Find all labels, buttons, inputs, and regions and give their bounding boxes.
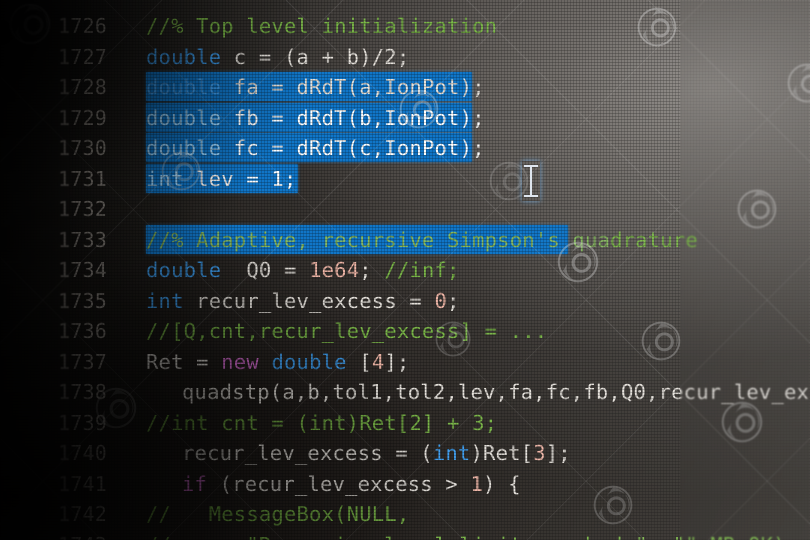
code-line[interactable]: 1738 quadstp(a,b,tol1,tol2,lev,fa,fc,fb,Q… [0, 380, 810, 411]
code-token: (recur_lev_excess > [207, 471, 471, 496]
code-token: 1 [470, 471, 484, 496]
line-number: 1726 [58, 14, 107, 38]
code-token: double [146, 105, 222, 130]
code-token: // "Recursion level limit reached ", "",… [146, 533, 798, 540]
code-line[interactable]: 1730 double fc = dRdT(c,IonPot); [0, 136, 810, 167]
code-token: recur_lev_excess = ( [182, 441, 433, 465]
code-token: double [146, 258, 222, 282]
code-token: 0 [434, 288, 448, 313]
line-number: 1729 [58, 105, 107, 130]
code-line-text[interactable]: Ret = new double [4]; [146, 350, 409, 374]
code-line-text[interactable]: if (recur_lev_excess > 1) { [182, 472, 521, 496]
code-token: fb = dRdT(b,IonPot); [221, 105, 485, 130]
code-line-text[interactable]: //[Q,cnt,recur_lev_excess] = ... [146, 319, 547, 343]
code-token: int [432, 441, 471, 465]
code-token: new [221, 349, 259, 374]
code-line-text[interactable]: //% Adaptive, recursive Simpson's quadra… [146, 228, 698, 252]
line-number: 1730 [58, 136, 107, 160]
code-token: double [146, 75, 222, 99]
code-token: double [146, 44, 222, 69]
code-area[interactable]: 1726 //% Top level initialization 1727 doub… [0, 0, 810, 540]
code-token: // MessageBox(NULL, [146, 502, 410, 526]
code-line-text[interactable]: // "Recursion level limit reached ", "",… [146, 533, 798, 540]
code-editor-screenshot: 1726 //% Top level initialization 1727 doub… [0, 0, 810, 540]
code-line-text[interactable]: int lev = 1; [146, 167, 297, 191]
code-token: [ [346, 349, 372, 374]
code-line[interactable]: 1733 //% Adaptive, recursive Simpson's qu… [0, 228, 810, 259]
code-token: //[Q,cnt,recur_lev_excess] = ... [146, 319, 548, 343]
code-token: lev = 1; [183, 166, 297, 191]
code-token: double [271, 349, 347, 374]
line-number: 1727 [58, 44, 107, 69]
code-token: 3 [533, 441, 546, 465]
code-token: quadstp(a,b,tol1,tol2,lev,fa,fc,fb,Q0,re… [182, 380, 810, 404]
code-line-text[interactable]: double fa = dRdT(a,IonPot); [146, 75, 485, 99]
line-number: 1740 [58, 441, 107, 465]
code-line-text[interactable]: double Q0 = 1e64; //inf; [146, 258, 460, 282]
code-token: ; [447, 288, 460, 313]
line-number: 1732 [58, 197, 107, 221]
code-line-text[interactable]: //int cnt = (int)Ret[2] + 3; [146, 411, 497, 435]
code-token: //% Top level initialization [146, 14, 498, 38]
code-line[interactable]: 1737 Ret = new double [4]; [0, 350, 810, 381]
code-line[interactable]: 1740 recur_lev_excess = (int)Ret[3]; [0, 441, 810, 472]
code-token: double [146, 136, 222, 160]
code-token: drature [610, 227, 698, 252]
code-token: 4 [371, 349, 385, 374]
code-token: Q0 = [221, 258, 310, 282]
code-token: Ret = [146, 349, 222, 374]
code-line[interactable]: 1739 //int cnt = (int)Ret[2] + 3; [0, 411, 810, 442]
code-token: 1e64 [309, 258, 360, 282]
code-token: ]; [545, 441, 571, 465]
line-number: 1739 [58, 410, 107, 435]
code-token: //% Adaptive, recursive Simpson's qua [146, 227, 611, 252]
line-number: 1742 [58, 502, 107, 526]
code-token: ) { [483, 471, 521, 496]
code-token: int [146, 166, 184, 191]
code-line[interactable]: 1732 [0, 197, 810, 228]
code-token: fa = dRdT(a,IonPot); [221, 75, 485, 99]
line-number: 1736 [58, 319, 107, 343]
code-line[interactable]: 1731 int lev = 1; [0, 167, 810, 198]
code-line-text[interactable]: quadstp(a,b,tol1,tol2,lev,fa,fc,fb,Q0,re… [182, 380, 810, 404]
code-line[interactable]: 1741 if (recur_lev_excess > 1) { [0, 472, 810, 503]
line-number: 1737 [58, 349, 107, 374]
code-line-text[interactable]: double fc = dRdT(c,IonPot); [146, 136, 485, 160]
code-line-text[interactable]: recur_lev_excess = (int)Ret[3]; [182, 441, 571, 465]
code-token: recur_lev_excess = [183, 288, 435, 313]
line-number: 1728 [58, 75, 107, 99]
line-number: 1734 [58, 258, 107, 282]
line-number: 1743 [58, 533, 134, 540]
code-line[interactable]: 1743 // "Recursion level limit reached ",… [0, 533, 810, 540]
line-number: 1738 [58, 380, 107, 404]
code-token: //inf; [384, 258, 460, 282]
code-token: fc = dRdT(c,IonPot); [221, 136, 485, 160]
line-number: 1735 [58, 288, 107, 313]
code-token: )Ret[ [470, 441, 534, 465]
code-line[interactable]: 1729 double fb = dRdT(b,IonPot); [0, 106, 810, 137]
code-token: c = (a + b)/2; [221, 44, 410, 69]
code-line[interactable]: 1734 double Q0 = 1e64; //inf; [0, 258, 810, 289]
code-line-text[interactable]: double fb = dRdT(b,IonPot); [146, 106, 485, 130]
code-line[interactable]: 1735 int recur_lev_excess = 0; [0, 289, 810, 320]
code-line[interactable]: 1736 //[Q,cnt,recur_lev_excess] = ... [0, 319, 810, 350]
code-token: //int cnt = (int)Ret[2] + 3; [146, 410, 498, 435]
line-number: 1731 [58, 166, 107, 191]
code-line-text[interactable]: //% Top level initialization [146, 14, 497, 38]
code-line-text[interactable]: double c = (a + b)/2; [146, 45, 409, 69]
code-line[interactable]: 1742 // MessageBox(NULL, [0, 502, 810, 533]
code-token: ; [359, 258, 385, 282]
code-line-text[interactable]: int recur_lev_excess = 0; [146, 289, 460, 313]
code-token: ]; [384, 349, 410, 374]
code-token: if [182, 471, 208, 496]
line-number: 1733 [58, 227, 107, 252]
code-line[interactable]: 1727 double c = (a + b)/2; [0, 45, 810, 76]
code-line-text[interactable]: // MessageBox(NULL, [146, 502, 409, 526]
code-token: int [146, 288, 184, 313]
code-line[interactable]: 1726 //% Top level initialization [0, 14, 810, 45]
line-number: 1741 [58, 471, 107, 496]
code-line[interactable]: 1728 double fa = dRdT(a,IonPot); [0, 75, 810, 106]
